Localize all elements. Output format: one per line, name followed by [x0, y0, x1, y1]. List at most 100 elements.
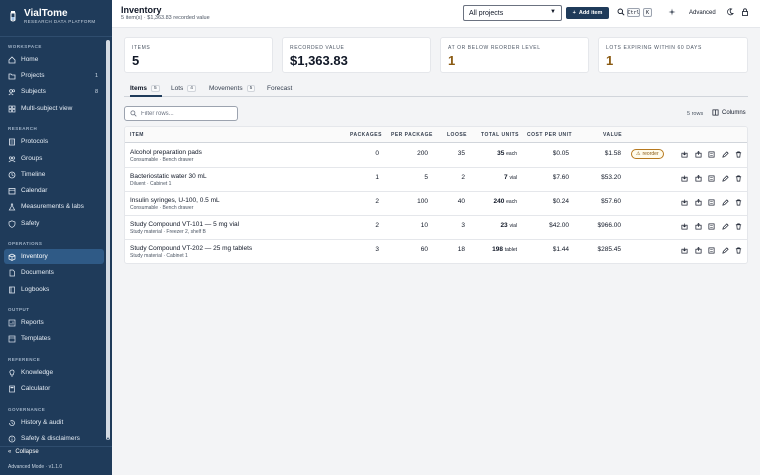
chart-icon	[8, 319, 16, 327]
sidebar-item-home[interactable]: Home	[4, 52, 104, 67]
delete-icon[interactable]	[735, 223, 742, 230]
sidebar-item-protocols[interactable]: Protocols	[4, 134, 104, 149]
dispense-icon[interactable]	[695, 247, 702, 254]
per-package: 5	[424, 174, 428, 181]
item-name[interactable]: Alcohol preparation pads	[130, 149, 202, 156]
item-name[interactable]: Study Compound VT-101 — 5 mg vial	[130, 221, 239, 228]
filter-input[interactable]	[141, 110, 231, 117]
item-name[interactable]: Study Compound VT-202 — 25 mg tablets	[130, 245, 252, 252]
col-loose[interactable]: LOOSE	[447, 132, 467, 138]
receive-icon[interactable]	[681, 199, 688, 206]
projects-count: 1	[94, 72, 98, 79]
receive-icon[interactable]	[681, 175, 688, 182]
info-icon	[8, 435, 16, 443]
sidebar-item-measurements-labs[interactable]: Measurements & labs	[4, 199, 104, 214]
sidebar-item-safety-disclaimers[interactable]: Safety & disclaimers	[4, 431, 104, 446]
receive-icon[interactable]	[681, 247, 688, 254]
sidebar-item-timeline[interactable]: Timeline	[4, 167, 104, 182]
sidebar-item-knowledge[interactable]: Knowledge	[4, 365, 104, 380]
sidebar-item-groups[interactable]: Groups	[4, 151, 104, 166]
total-units: 35 each	[497, 150, 517, 157]
sidebar-item-history-audit[interactable]: History & audit	[4, 415, 104, 430]
brand-subtitle: RESEARCH DATA PLATFORM	[24, 19, 96, 24]
tab-forecast[interactable]: Forecast	[267, 85, 292, 97]
table-row[interactable]: Insulin syringes, U-100, 0.5 mL Consumab…	[125, 192, 747, 216]
col-item[interactable]: ITEM	[130, 132, 144, 138]
adjust-icon[interactable]	[708, 151, 715, 158]
sidebar-item-templates[interactable]: Templates	[4, 331, 104, 346]
receive-icon[interactable]	[681, 151, 688, 158]
edit-icon[interactable]	[722, 247, 729, 254]
adjust-icon[interactable]	[708, 199, 715, 206]
tabs: Items 5 Lots 4 Movements 5 Forecast	[124, 83, 748, 97]
table-row[interactable]: Bacteriostatic water 30 mL Diluent · Cab…	[125, 168, 747, 192]
table-row[interactable]: Study Compound VT-202 — 25 mg tablets St…	[125, 240, 747, 263]
cost-per-unit: $0.05	[552, 150, 569, 157]
document-icon	[8, 138, 16, 146]
dispense-icon[interactable]	[695, 223, 702, 230]
lock-icon[interactable]	[741, 8, 749, 16]
edit-icon[interactable]	[722, 151, 729, 158]
value: $53.20	[601, 174, 621, 181]
sidebar-scrollbar[interactable]	[106, 40, 110, 440]
add-item-button[interactable]: + Add item	[566, 7, 609, 19]
sidebar-item-calendar[interactable]: Calendar	[4, 183, 104, 198]
advanced-button[interactable]: Advanced	[689, 10, 716, 16]
columns-icon	[712, 109, 719, 116]
table-row[interactable]: Study Compound VT-101 — 5 mg vial Study …	[125, 216, 747, 240]
filter-box[interactable]	[124, 106, 238, 121]
edit-icon[interactable]	[722, 223, 729, 230]
adjust-icon[interactable]	[708, 175, 715, 182]
dispense-icon[interactable]	[695, 199, 702, 206]
sidebar-item-projects[interactable]: Projects 1	[4, 68, 104, 83]
adjust-icon[interactable]	[708, 247, 715, 254]
tab-lots[interactable]: Lots 4	[171, 85, 196, 97]
sidebar-item-documents[interactable]: Documents	[4, 265, 104, 280]
delete-icon[interactable]	[735, 175, 742, 182]
edit-icon[interactable]	[722, 175, 729, 182]
scroll-down-icon[interactable]: ▼	[106, 436, 110, 441]
delete-icon[interactable]	[735, 199, 742, 206]
sidebar-item-inventory[interactable]: Inventory	[4, 249, 104, 264]
search-icon[interactable]	[617, 8, 625, 16]
cost-per-unit: $42.00	[549, 222, 569, 229]
sidebar-item-multi-subject-view[interactable]: Multi-subject view	[4, 101, 104, 116]
item-name[interactable]: Bacteriostatic water 30 mL	[130, 173, 207, 180]
warning-icon: ⚠	[636, 151, 641, 157]
per-package: 60	[420, 246, 428, 253]
stat-items: ITEMS 5	[124, 37, 273, 73]
delete-icon[interactable]	[735, 151, 742, 158]
sparkle-icon[interactable]	[668, 8, 676, 16]
section-research: RESEARCH	[8, 126, 38, 131]
project-select[interactable]: All projects ▼	[463, 5, 562, 21]
dispense-icon[interactable]	[695, 175, 702, 182]
col-cost-per-unit[interactable]: COST PER UNIT	[527, 132, 572, 138]
sidebar-item-calculator[interactable]: Calculator	[4, 381, 104, 396]
sidebar-item-logbooks[interactable]: Logbooks	[4, 282, 104, 297]
edit-icon[interactable]	[722, 199, 729, 206]
dispense-icon[interactable]	[695, 151, 702, 158]
sidebar-item-subjects[interactable]: Subjects 8	[4, 84, 104, 99]
value: $57.60	[601, 198, 621, 205]
tab-items[interactable]: Items 5	[130, 85, 162, 97]
collapse-button[interactable]: «Collapse	[8, 449, 39, 455]
table-row[interactable]: Alcohol preparation pads Consumable · Be…	[125, 144, 747, 168]
col-packages[interactable]: PACKAGES	[350, 132, 382, 138]
adjust-icon[interactable]	[708, 223, 715, 230]
item-name[interactable]: Insulin syringes, U-100, 0.5 mL	[130, 197, 220, 204]
delete-icon[interactable]	[735, 247, 742, 254]
tab-movements[interactable]: Movements 5	[209, 85, 256, 97]
moon-icon[interactable]	[726, 8, 734, 16]
sidebar-item-safety[interactable]: Safety	[4, 216, 104, 231]
page-title: Inventory	[121, 5, 162, 15]
columns-button[interactable]: Columns	[712, 109, 746, 116]
users-icon	[8, 88, 16, 96]
stat-lots-expiring: LOTS EXPIRING WITHIN 60 DAYS 1	[598, 37, 748, 73]
sidebar-item-reports[interactable]: Reports	[4, 315, 104, 330]
brand[interactable]: VialTome RESEARCH DATA PLATFORM	[8, 8, 96, 25]
col-value[interactable]: VALUE	[603, 132, 622, 138]
col-total-units[interactable]: TOTAL UNITS	[481, 132, 519, 138]
receive-icon[interactable]	[681, 223, 688, 230]
total-units: 240 each	[493, 198, 517, 205]
col-per-package[interactable]: PER PACKAGE	[391, 132, 433, 138]
